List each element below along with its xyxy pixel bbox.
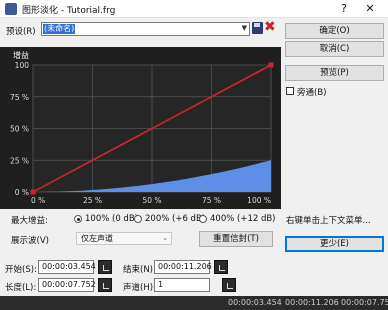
length-label: 长度(L): [5, 283, 37, 293]
chevron-down-icon: ▼ [241, 24, 247, 32]
show-wave-dropdown[interactable]: 仅左声道 ⌄ [76, 232, 172, 245]
bypass-label: 旁通(B) [297, 88, 327, 98]
length-field[interactable]: 00:00:07.752 [38, 278, 96, 292]
x-tick-label: 0 % [31, 196, 45, 205]
max-gain-label: 最大增益: [11, 216, 48, 226]
status-start: 00:00:03.454 [228, 298, 282, 307]
start-label: 开始(S): [5, 265, 37, 275]
gain-100-label: 100% (0 dB) [85, 214, 138, 224]
set-length-icon[interactable] [98, 278, 112, 292]
envelope-handle-end [268, 62, 274, 68]
bypass-checkbox[interactable] [286, 87, 294, 95]
channel-field[interactable]: 1 [154, 278, 210, 292]
end-label: 结束(N): [123, 265, 156, 275]
close-button[interactable]: ✕ [360, 1, 380, 17]
end-time-field[interactable]: 00:00:11.206 [154, 260, 212, 274]
show-wave-value: 仅左声道 [81, 234, 113, 243]
status-bar: 00:00:03.454 00:00:11.206 00:00:07.75 [0, 296, 388, 310]
cancel-button[interactable]: 取消(C) [285, 41, 384, 57]
delete-preset-icon[interactable]: ✖ [264, 19, 276, 35]
window-title: 图形淡化 - Tutorial.frg [22, 6, 116, 16]
y-tick-label: 0 % [15, 188, 29, 197]
title-bar: 图形淡化 - Tutorial.frg ? ✕ [0, 0, 388, 18]
status-length: 00:00:07.75 [341, 298, 388, 307]
start-time-field[interactable]: 00:00:03.454 [38, 260, 96, 274]
context-menu-hint: 右键单击上下文菜单... [286, 216, 371, 226]
x-tick-label: 75 % [202, 196, 221, 205]
x-tick-label: 100 % [247, 196, 271, 205]
less-button[interactable]: 更少(E) [285, 236, 384, 252]
set-end-icon[interactable] [214, 260, 228, 274]
envelope-handle-start [30, 189, 36, 195]
y-tick-label: 100 [15, 61, 30, 70]
preview-button[interactable]: 预览(P) [285, 65, 384, 81]
gain-100-radio[interactable] [74, 215, 82, 223]
set-start-icon[interactable] [98, 260, 112, 274]
gain-envelope-graph[interactable]: 增益 100 75 % 50 % 25 % 0 % 0 % 25 % 50 % 75 % 100 … [0, 47, 281, 209]
gain-400-label: 400% (+12 dB) [210, 214, 276, 224]
app-icon [5, 3, 17, 15]
y-tick-label: 75 % [10, 93, 29, 102]
save-preset-icon[interactable] [252, 22, 263, 34]
chevron-down-icon: ⌄ [162, 234, 168, 242]
preset-dropdown[interactable]: (未命名) ▼ [41, 22, 250, 36]
ok-button[interactable]: 确定(O) [285, 23, 384, 39]
help-button[interactable]: ? [334, 1, 354, 17]
channel-label: 声道(H): [123, 283, 156, 293]
gain-400-radio[interactable] [199, 215, 207, 223]
x-tick-label: 25 % [83, 196, 102, 205]
reset-envelope-button[interactable]: 重置信封(T) [199, 231, 273, 247]
y-tick-label: 25 % [10, 156, 29, 165]
y-tick-label: 50 % [10, 125, 29, 134]
gain-200-label: 200% (+6 dB) [145, 214, 206, 224]
gain-200-radio[interactable] [134, 215, 142, 223]
channel-menu-icon[interactable] [222, 278, 236, 292]
status-end: 00:00:11.206 [285, 298, 339, 307]
preset-value: (未命名) [43, 24, 76, 34]
show-wave-label: 展示波(V) [11, 236, 49, 246]
preset-label: 预设(R) [6, 27, 36, 37]
gain-chart-svg[interactable]: 100 75 % 50 % 25 % 0 %0 % 25 % 50 % 75 % 100 % [0, 47, 281, 209]
x-tick-label: 50 % [142, 196, 161, 205]
